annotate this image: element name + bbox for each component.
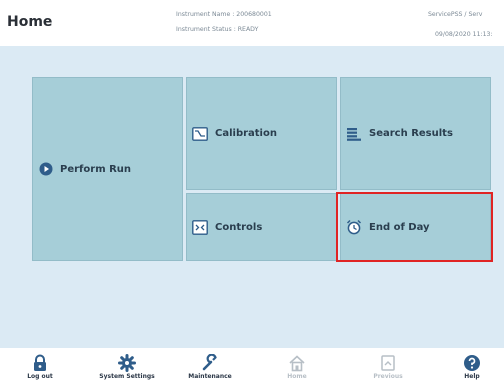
calibration-icon	[192, 126, 208, 141]
header-bar: Home Instrument Name : 200680001 Instrum…	[0, 0, 504, 46]
help-icon	[464, 355, 480, 371]
user-info: ServicePSS / Serv	[428, 11, 483, 18]
datetime: 09/08/2020 11:13:	[435, 31, 493, 38]
controls-icon	[192, 219, 208, 235]
previous-label: Previous	[373, 373, 403, 380]
home-label: Home	[287, 373, 307, 380]
instrument-name: Instrument Name : 200680001	[176, 11, 272, 18]
help-label: Help	[464, 373, 480, 380]
perform-run-tile[interactable]: Perform Run	[32, 77, 183, 261]
system-settings-button[interactable]: System Settings	[82, 348, 172, 380]
calibration-label: Calibration	[215, 128, 277, 139]
calibration-tile[interactable]: Calibration	[186, 77, 337, 190]
maintenance-button[interactable]: Maintenance	[165, 348, 255, 380]
perform-run-label: Perform Run	[60, 163, 132, 175]
play-circle-icon	[39, 162, 53, 176]
previous-icon	[381, 355, 395, 371]
search-results-icon	[347, 127, 361, 141]
page-title: Home	[7, 14, 53, 30]
search-results-tile[interactable]: Search Results	[340, 77, 491, 190]
end-of-day-tile[interactable]: End of Day	[340, 193, 491, 261]
logout-label: Log out	[27, 373, 53, 380]
instrument-status: Instrument Status : READY	[176, 26, 259, 33]
footer-bar: Log out System Settings Maintenance Home…	[0, 348, 504, 380]
end-of-day-label: End of Day	[369, 221, 430, 233]
gear-icon	[118, 354, 136, 372]
alarm-clock-icon	[346, 219, 362, 235]
controls-label: Controls	[215, 221, 263, 233]
help-button[interactable]: Help	[427, 348, 504, 380]
home-icon	[289, 355, 305, 372]
logout-button[interactable]: Log out	[0, 348, 85, 380]
maintenance-label: Maintenance	[188, 373, 232, 380]
lock-icon	[34, 354, 46, 371]
previous-button: Previous	[343, 348, 433, 380]
system-settings-label: System Settings	[99, 373, 155, 380]
controls-tile[interactable]: Controls	[186, 193, 337, 261]
home-button: Home	[252, 348, 342, 380]
search-results-label: Search Results	[369, 128, 453, 139]
wrench-icon	[202, 354, 217, 371]
